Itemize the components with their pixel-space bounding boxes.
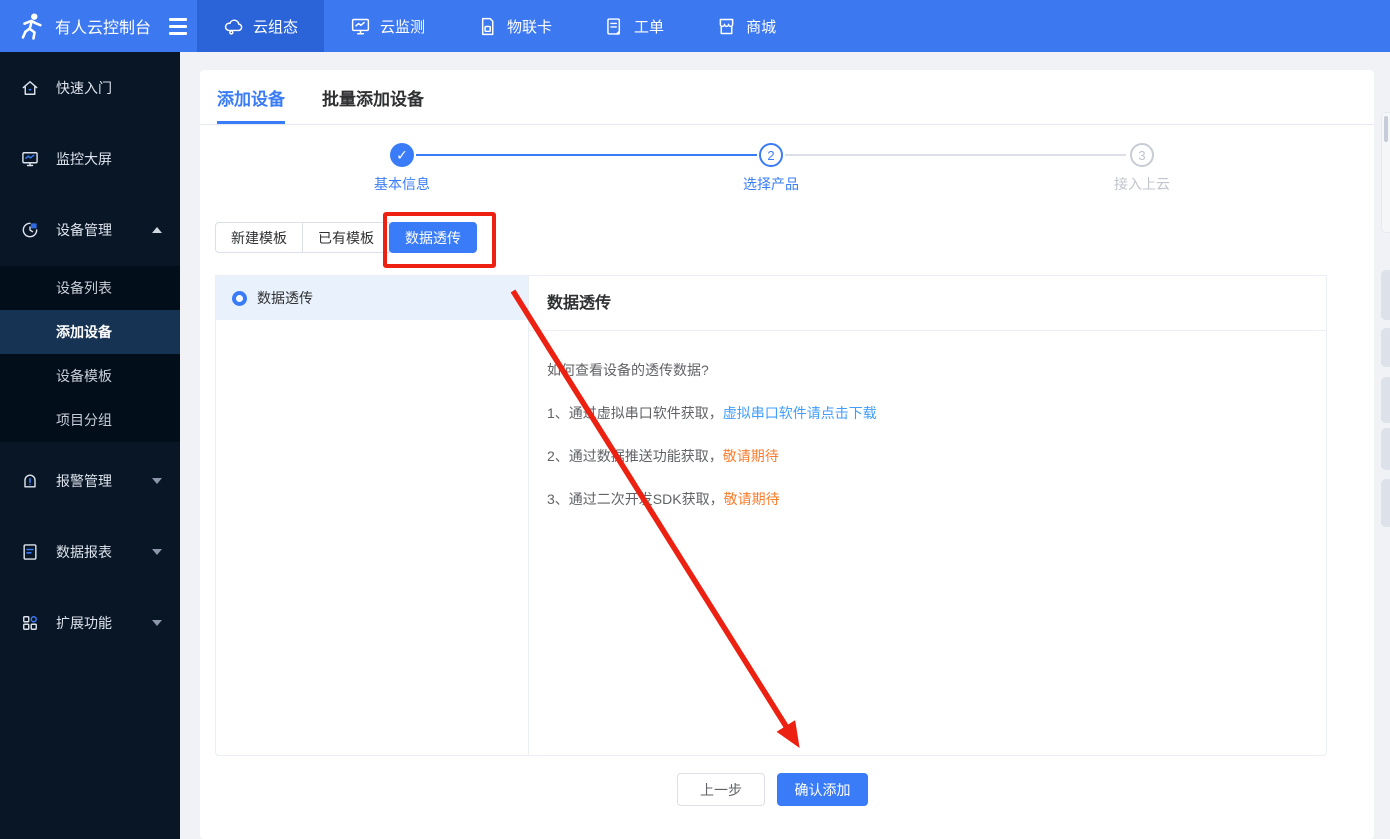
detail-title: 数据透传 — [529, 276, 1326, 331]
coming-soon-label: 敬请期待 — [723, 491, 780, 507]
chevron-down-icon — [152, 548, 162, 555]
shop-icon — [719, 18, 734, 34]
chevron-down-icon — [152, 477, 162, 484]
cloud-scada-icon — [224, 18, 243, 35]
nav-item-work-order[interactable]: 工单 — [578, 0, 690, 52]
page-tabs: 添加设备 批量添加设备 — [200, 70, 1374, 125]
step-label: 接入上云 — [1114, 176, 1170, 192]
app-title: 有人云控制台 — [55, 20, 152, 37]
sidebar-item-monitor-screen[interactable]: 监控大屏 — [0, 132, 180, 185]
home-icon — [22, 80, 38, 95]
sidebar-item-label: 数据报表 — [56, 543, 112, 560]
detail-panel: 数据透传 如何查看设备的透传数据? 1、通过虚拟串口软件获取，虚拟串口软件请点击… — [529, 276, 1326, 755]
report-icon — [23, 543, 37, 560]
sidebar: 快速入门 监控大屏 设备管理 设备列表 添加设备 设备模板 项目分组 报警管理 — [0, 52, 180, 839]
list-item-passthrough[interactable]: 数据透传 — [216, 276, 528, 320]
floating-widget-button[interactable] — [1381, 428, 1390, 470]
detail-question: 如何查看设备的透传数据? — [547, 362, 709, 378]
alarm-icon — [24, 474, 36, 488]
template-tab-passthrough[interactable]: 数据透传 — [389, 222, 477, 253]
coming-soon-label: 敬请期待 — [722, 448, 779, 464]
tab-add-device[interactable]: 添加设备 — [217, 70, 285, 124]
work-order-icon — [607, 17, 621, 35]
nav-item-cloud-monitor[interactable]: 云监测 — [324, 0, 451, 52]
line-text: 1、通过虚拟串口软件获取， — [547, 405, 723, 421]
previous-step-button[interactable]: 上一步 — [677, 773, 765, 806]
cloud-monitor-icon — [351, 18, 370, 35]
apps-icon — [23, 615, 37, 630]
nav-item-sim-card[interactable]: 物联卡 — [451, 0, 578, 52]
detail-line: 3、通过二次开发SDK获取，敬请期待 — [547, 489, 1308, 509]
passthrough-panel: 数据透传 数据透传 如何查看设备的透传数据? 1、通过虚拟串口软件获取，虚拟串口… — [215, 275, 1327, 756]
detail-body: 如何查看设备的透传数据? 1、通过虚拟串口软件获取，虚拟串口软件请点击下载 2、… — [529, 331, 1326, 509]
sidebar-subitem-add-device[interactable]: 添加设备 — [0, 310, 180, 354]
line-text: 3、通过二次开发SDK获取， — [547, 491, 724, 507]
device-manage-submenu: 设备列表 添加设备 设备模板 项目分组 — [0, 266, 180, 442]
nav-item-label: 商城 — [746, 18, 777, 36]
step-connect-cloud: 3 接入上云 — [1072, 143, 1212, 194]
dashboard-screen-icon — [22, 151, 38, 166]
confirm-add-button[interactable]: 确认添加 — [777, 773, 868, 806]
nav-item-label: 云组态 — [253, 18, 299, 36]
option-list-panel: 数据透传 — [216, 276, 529, 755]
template-tab-new[interactable]: 新建模板 — [215, 222, 303, 253]
detail-line: 2、通过数据推送功能获取，敬请期待 — [547, 446, 1308, 466]
main-content-card: 添加设备 批量添加设备 ✓ 基本信息 2 选择产品 3 接入上云 新建模板 已有… — [200, 70, 1374, 839]
step-label: 选择产品 — [743, 176, 799, 192]
floating-widget-panel[interactable] — [1381, 112, 1390, 233]
top-nav-items: 云组态 云监测 物联卡 工单 商城 — [197, 0, 802, 52]
scrollbar-thumb[interactable] — [1384, 116, 1388, 142]
device-manage-icon — [22, 222, 38, 237]
nav-item-label: 工单 — [634, 18, 665, 36]
sidebar-subitem-device-list[interactable]: 设备列表 — [0, 266, 180, 310]
template-tab-existing[interactable]: 已有模板 — [302, 222, 390, 253]
download-virtual-serial-link[interactable]: 虚拟串口软件请点击下载 — [723, 405, 877, 421]
floating-widget-button[interactable] — [1381, 479, 1390, 527]
sidebar-item-alarm-manage[interactable]: 报警管理 — [0, 454, 180, 507]
line-text: 2、通过数据推送功能获取， — [547, 448, 723, 464]
sidebar-item-label: 快速入门 — [56, 79, 112, 96]
brand-area: 有人云控制台 — [0, 0, 188, 52]
chevron-down-icon — [152, 619, 162, 626]
floating-widget-button[interactable] — [1381, 377, 1390, 423]
sim-card-icon — [481, 17, 494, 35]
hamburger-menu-icon[interactable] — [169, 17, 188, 35]
nav-item-label: 物联卡 — [507, 18, 553, 36]
sidebar-item-label: 扩展功能 — [56, 614, 112, 631]
nav-item-cloud-scada[interactable]: 云组态 — [197, 0, 325, 52]
detail-line: 1、通过虚拟串口软件获取，虚拟串口软件请点击下载 — [547, 403, 1308, 423]
tab-batch-add-device[interactable]: 批量添加设备 — [322, 70, 424, 124]
step-number: 2 — [759, 143, 783, 167]
step-select-product: 2 选择产品 — [701, 143, 841, 194]
floating-widget-button[interactable] — [1381, 328, 1390, 367]
sidebar-item-data-report[interactable]: 数据报表 — [0, 525, 180, 578]
step-basic-info: ✓ 基本信息 — [332, 143, 472, 194]
nav-item-label: 云监测 — [380, 18, 426, 36]
sidebar-subitem-project-group[interactable]: 项目分组 — [0, 398, 180, 442]
radio-selected-icon[interactable] — [232, 290, 247, 306]
sidebar-item-label: 报警管理 — [56, 472, 112, 489]
chevron-up-icon — [152, 226, 162, 233]
template-type-group: 新建模板 已有模板 数据透传 — [215, 222, 477, 253]
step-number: 3 — [1130, 143, 1154, 167]
sidebar-item-device-manage[interactable]: 设备管理 — [0, 203, 180, 256]
sidebar-item-label: 监控大屏 — [56, 150, 112, 167]
sidebar-item-label: 设备管理 — [56, 221, 112, 238]
step-label: 基本信息 — [374, 176, 430, 192]
usr-runner-logo-icon — [21, 13, 42, 40]
sidebar-subitem-device-template[interactable]: 设备模板 — [0, 354, 180, 398]
check-icon: ✓ — [390, 143, 414, 167]
list-item-label: 数据透传 — [257, 290, 313, 306]
nav-item-shop[interactable]: 商城 — [690, 0, 802, 52]
floating-widget-button[interactable] — [1381, 270, 1390, 320]
sidebar-item-extensions[interactable]: 扩展功能 — [0, 596, 180, 649]
top-navigation-bar: 有人云控制台 云组态 云监测 物联卡 工单 商城 — [0, 0, 1390, 52]
sidebar-item-quick-start[interactable]: 快速入门 — [0, 61, 180, 114]
